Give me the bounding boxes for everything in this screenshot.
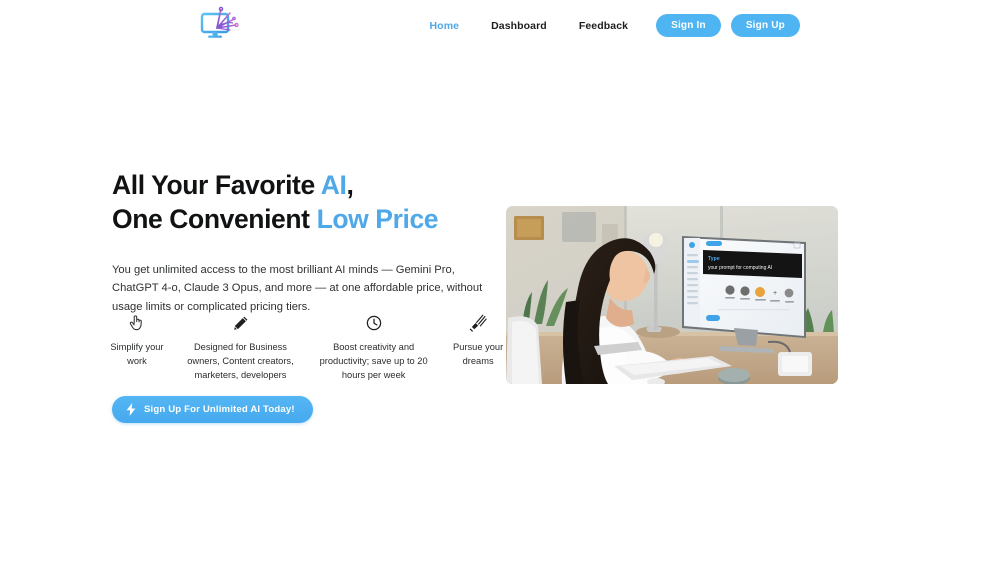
pointing-hand-icon (110, 312, 164, 334)
feature-item-designed-for: Designed for Business owners, Content cr… (178, 312, 303, 382)
headline-line1-accent: AI (320, 170, 347, 200)
clock-icon (313, 312, 434, 334)
nav-link-home[interactable]: Home (414, 20, 476, 32)
feature-item-dreams: Pursue your dreams (448, 312, 508, 368)
headline-line1-tail: , (346, 170, 354, 200)
signup-cta-label: Sign Up For Unlimited AI Today! (144, 404, 295, 415)
hero-subtext: You get unlimited access to the most bri… (112, 264, 483, 313)
nav-link-feedback[interactable]: Feedback (563, 20, 644, 32)
page-title: All Your Favorite AI, One Convenient Low… (112, 168, 504, 236)
lightning-bolt-icon (126, 403, 136, 416)
svg-text:+: + (773, 290, 777, 297)
main-navigation: Home Dashboard Feedback Sign In Sign Up (414, 14, 800, 37)
feature-item-simplify: Simplify your work (108, 312, 166, 368)
feature-label: Simplify your work (110, 342, 164, 367)
pencil-icon (180, 312, 301, 334)
headline-line1-plain: All Your Favorite (112, 170, 321, 200)
feature-list: Simplify your work Designed for Business… (108, 312, 508, 382)
headline-line2-accent: Low Price (316, 204, 439, 235)
hero-image-illustration: Type your prompt for computing AI + (506, 206, 838, 384)
signup-cta-button[interactable]: Sign Up For Unlimited AI Today! (112, 396, 313, 423)
svg-text:Type: Type (708, 256, 720, 262)
auth-buttons: Sign In Sign Up (656, 14, 800, 37)
hero-text-block: All Your Favorite AI, One Convenient Low… (112, 168, 504, 316)
site-header: Home Dashboard Feedback Sign In Sign Up (0, 0, 1000, 46)
sign-in-button[interactable]: Sign In (656, 14, 721, 37)
sign-up-button[interactable]: Sign Up (730, 14, 800, 37)
svg-text:your prompt for computing AI: your prompt for computing AI (708, 265, 772, 271)
monitor-circuit-logo-icon (200, 6, 239, 38)
headline-line-1: All Your Favorite AI, (112, 170, 354, 200)
feature-label: Pursue your dreams (453, 342, 504, 367)
headline-line2-plain: One Convenient (112, 204, 317, 235)
hero-image: Type your prompt for computing AI + (506, 206, 838, 384)
feature-label: Boost creativity and productivity; save … (319, 342, 428, 381)
headline-line-2: One Convenient Low Price (112, 204, 439, 235)
landing-page: Home Dashboard Feedback Sign In Sign Up … (0, 0, 1000, 563)
shooting-star-icon (450, 312, 506, 334)
feature-item-boost: Boost creativity and productivity; save … (311, 312, 436, 382)
feature-label: Designed for Business owners, Content cr… (187, 342, 294, 381)
nav-link-dashboard[interactable]: Dashboard (475, 20, 563, 32)
brand-logo[interactable] (196, 3, 250, 43)
